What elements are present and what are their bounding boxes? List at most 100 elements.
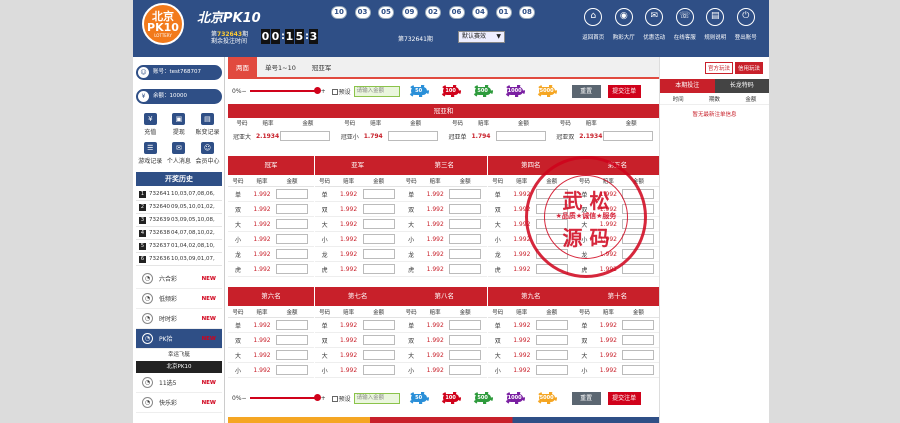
- checkbox-icon[interactable]: [331, 89, 338, 95]
- game-item[interactable]: ◔ 六合彩 NEW: [136, 269, 222, 289]
- chip-5000[interactable]: 5000: [536, 392, 557, 404]
- bet-amount-input[interactable]: [276, 249, 308, 259]
- official-mode-button[interactable]: 官方玩法: [704, 62, 733, 74]
- chip-100[interactable]: 100: [440, 85, 461, 97]
- plus-icon[interactable]: +: [321, 395, 326, 402]
- bet-amount-input[interactable]: [276, 320, 308, 330]
- bet-amount-input[interactable]: [535, 320, 568, 330]
- bet-amount-input[interactable]: [276, 204, 308, 214]
- quick-link[interactable]: ▣ 提现: [165, 113, 194, 136]
- amount-input[interactable]: 请输入金额: [353, 85, 400, 97]
- bet-amount-input[interactable]: [362, 204, 395, 214]
- chip-50[interactable]: 50: [408, 85, 429, 97]
- minus-icon[interactable]: −: [242, 88, 247, 95]
- chip-1000[interactable]: 1000: [504, 85, 525, 97]
- quick-link[interactable]: ¥ 充值: [136, 113, 165, 136]
- tab-long-dragon[interactable]: 长龙特码: [714, 79, 769, 93]
- bet-amount-input[interactable]: [622, 264, 655, 274]
- chip-50[interactable]: 50: [408, 392, 429, 404]
- bet-amount-input[interactable]: [449, 350, 482, 360]
- chip-1000[interactable]: 1000: [504, 392, 525, 404]
- slider-knob[interactable]: [313, 394, 321, 401]
- nav-item[interactable]: ⏻ 登出账号: [731, 8, 762, 41]
- bet-amount-input[interactable]: [449, 204, 482, 214]
- bet-amount-input[interactable]: [362, 264, 395, 274]
- game-item[interactable]: ◔ PK拾 NEW: [136, 329, 222, 349]
- bet-amount-input[interactable]: [622, 365, 655, 375]
- bet-amount-input[interactable]: [276, 219, 308, 229]
- submit-button[interactable]: 提交注单: [607, 84, 641, 98]
- bet-amount-input[interactable]: [362, 219, 395, 229]
- game-item[interactable]: ◔ 11选5 NEW: [136, 373, 222, 393]
- chip-100[interactable]: 100: [440, 392, 461, 404]
- bet-amount-input[interactable]: [449, 234, 482, 244]
- game-item[interactable]: ◔ 快乐彩 NEW: [136, 393, 222, 413]
- rebate-slider[interactable]: [249, 87, 321, 94]
- quick-link[interactable]: ✉ 个人消息: [165, 142, 194, 165]
- bet-amount-input[interactable]: [495, 131, 546, 141]
- bet-amount-input[interactable]: [362, 234, 395, 244]
- amount-input[interactable]: 请输入金额: [353, 392, 400, 404]
- bet-amount-input[interactable]: [276, 264, 308, 274]
- bet-amount-input[interactable]: [276, 335, 308, 345]
- bet-amount-input[interactable]: [449, 219, 482, 229]
- tab-play[interactable]: 单号1~10: [257, 57, 304, 77]
- bet-amount-input[interactable]: [362, 189, 395, 199]
- bet-amount-input[interactable]: [362, 320, 395, 330]
- minus-icon[interactable]: −: [242, 395, 247, 402]
- bet-amount-input[interactable]: [603, 131, 654, 141]
- bet-amount-input[interactable]: [622, 335, 655, 345]
- slider-knob[interactable]: [313, 87, 321, 94]
- bet-amount-input[interactable]: [276, 350, 308, 360]
- bet-amount-input[interactable]: [362, 350, 395, 360]
- credit-mode-button[interactable]: 信用玩法: [734, 62, 763, 74]
- chip-500[interactable]: 500: [472, 85, 493, 97]
- bet-amount-input[interactable]: [362, 365, 395, 375]
- bet-amount-input[interactable]: [449, 249, 482, 259]
- tab-play[interactable]: 两面: [228, 57, 257, 77]
- preset-checkbox[interactable]: 预设: [331, 87, 351, 96]
- bet-amount-input[interactable]: [449, 264, 482, 274]
- tab-play[interactable]: 冠亚军: [304, 57, 340, 77]
- subgame-item[interactable]: 北京PK10: [136, 361, 222, 373]
- tab-current-bets[interactable]: 本期投注: [660, 79, 715, 93]
- quick-link[interactable]: ☺ 会员中心: [193, 142, 222, 165]
- preset-checkbox[interactable]: 预设: [331, 394, 351, 403]
- nav-item[interactable]: ▤ 规则说明: [700, 8, 731, 41]
- reset-button[interactable]: 重置: [571, 391, 601, 405]
- quick-link[interactable]: ▤ 账变记录: [193, 113, 222, 136]
- bet-amount-input[interactable]: [622, 350, 655, 360]
- rebate-slider[interactable]: [249, 394, 321, 401]
- bet-amount-input[interactable]: [449, 335, 482, 345]
- bet-amount-input[interactable]: [449, 320, 482, 330]
- checkbox-icon[interactable]: [331, 396, 338, 402]
- subgame-item[interactable]: 幸运飞艇: [136, 349, 222, 361]
- nav-item[interactable]: ☏ 在线客服: [670, 8, 701, 41]
- bet-amount-input[interactable]: [535, 365, 568, 375]
- bet-amount-input[interactable]: [362, 335, 395, 345]
- bet-amount-input[interactable]: [276, 365, 308, 375]
- bet-amount-input[interactable]: [280, 131, 330, 141]
- bet-amount-input[interactable]: [449, 365, 482, 375]
- bet-amount-input[interactable]: [362, 249, 395, 259]
- bet-amount-input[interactable]: [535, 350, 568, 360]
- submit-button[interactable]: 提交注单: [607, 391, 641, 405]
- bet-amount-input[interactable]: [276, 234, 308, 244]
- game-item[interactable]: ◔ 时时彩 NEW: [136, 309, 222, 329]
- bet-amount-input[interactable]: [622, 320, 655, 330]
- bet-amount-input[interactable]: [276, 189, 308, 199]
- bet-amount-input[interactable]: [387, 131, 438, 141]
- chip-5000[interactable]: 5000: [536, 85, 557, 97]
- nav-item[interactable]: ✉ 优惠活动: [639, 8, 670, 41]
- bet-amount-input[interactable]: [449, 189, 482, 199]
- chip-500[interactable]: 500: [472, 392, 493, 404]
- nav-item[interactable]: ⌂ 返回首页: [578, 8, 609, 41]
- nav-item[interactable]: ◉ 购彩大厅: [609, 8, 640, 41]
- game-item[interactable]: ◔ 低频彩 NEW: [136, 289, 222, 309]
- mode-select[interactable]: 默认赛效 ▼: [458, 31, 505, 43]
- logo[interactable]: 北京 PK10 LOTTERY: [142, 3, 184, 45]
- plus-icon[interactable]: +: [321, 88, 326, 95]
- quick-link[interactable]: ☰ 游戏记录: [136, 142, 165, 165]
- reset-button[interactable]: 重置: [571, 84, 601, 98]
- bet-amount-input[interactable]: [535, 335, 568, 345]
